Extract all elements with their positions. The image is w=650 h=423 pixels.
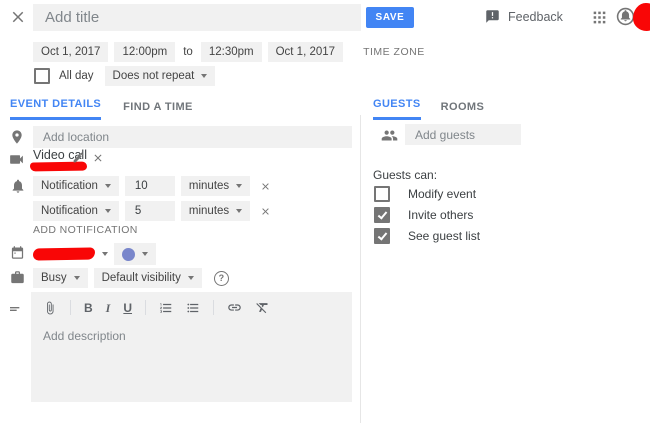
briefcase-icon xyxy=(10,270,25,285)
event-editor-window: SAVE Feedback Oct 1, 2017 12:00pm to 12:… xyxy=(0,0,650,423)
notification-type-select[interactable]: Notification xyxy=(33,176,119,196)
start-date-field[interactable]: Oct 1, 2017 xyxy=(33,42,108,62)
notification-row: Notification minutes xyxy=(33,176,271,196)
remove-notification-icon[interactable] xyxy=(260,206,271,217)
underline-icon[interactable]: U xyxy=(123,302,132,314)
modify-event-checkbox[interactable] xyxy=(374,186,390,202)
panel-divider xyxy=(360,115,361,423)
location-pin-icon xyxy=(9,129,25,145)
help-icon[interactable]: ? xyxy=(214,271,229,286)
modify-event-label: Modify event xyxy=(408,187,476,201)
tab-rooms[interactable]: ROOMS xyxy=(441,101,485,120)
end-time-field[interactable]: 12:30pm xyxy=(201,42,262,62)
notification-type-value: Notification xyxy=(41,180,98,192)
feedback-button[interactable]: Feedback xyxy=(485,9,563,24)
bulleted-list-icon[interactable] xyxy=(186,301,200,315)
busy-select[interactable]: Busy xyxy=(33,268,88,288)
invite-others-checkbox[interactable] xyxy=(374,207,390,223)
feedback-icon xyxy=(485,9,500,24)
notification-minutes-input[interactable] xyxy=(125,176,175,196)
notification-unit-select[interactable]: minutes xyxy=(181,176,250,196)
all-day-label: All day xyxy=(59,70,94,82)
notification-minutes-input[interactable] xyxy=(125,201,175,221)
to-label: to xyxy=(181,46,195,58)
notification-row: Notification minutes xyxy=(33,201,271,221)
datetime-row: Oct 1, 2017 12:00pm to 12:30pm Oct 1, 20… xyxy=(33,42,425,62)
permission-row: See guest list xyxy=(374,228,480,244)
guests-can-title: Guests can: xyxy=(373,168,437,182)
visibility-select[interactable]: Default visibility xyxy=(94,268,202,288)
calendar-name-redaction xyxy=(33,247,95,260)
add-guests-input[interactable] xyxy=(405,124,521,145)
repeat-select[interactable]: Does not repeat xyxy=(105,66,216,86)
chevron-down-icon xyxy=(74,276,80,280)
edit-pencil-icon[interactable] xyxy=(72,151,85,164)
calendar-select[interactable] xyxy=(33,248,108,260)
notification-unit-value: minutes xyxy=(189,205,229,217)
numbered-list-icon[interactable] xyxy=(159,301,173,315)
description-editor[interactable]: B I U Add description xyxy=(31,292,352,402)
left-tabs: EVENT DETAILS FIND A TIME xyxy=(10,98,193,120)
chevron-down-icon xyxy=(236,184,242,188)
remove-formatting-icon[interactable] xyxy=(255,300,270,315)
description-placeholder[interactable]: Add description xyxy=(31,315,352,343)
remove-notification-icon[interactable] xyxy=(260,181,271,192)
toolbar-divider xyxy=(213,300,214,315)
event-color-select[interactable] xyxy=(114,243,156,265)
location-input[interactable] xyxy=(33,126,352,148)
add-notification-button[interactable]: ADD NOTIFICATION xyxy=(33,224,138,236)
notification-unit-value: minutes xyxy=(189,180,229,192)
chevron-down-icon xyxy=(142,252,148,256)
chevron-down-icon xyxy=(236,209,242,213)
video-camera-icon xyxy=(8,151,25,168)
tab-guests[interactable]: GUESTS xyxy=(373,98,421,120)
remove-video-call-icon[interactable] xyxy=(92,152,104,164)
notification-type-value: Notification xyxy=(41,205,98,217)
start-time-field[interactable]: 12:00pm xyxy=(114,42,175,62)
formatting-toolbar: B I U xyxy=(31,292,352,315)
toolbar-divider xyxy=(145,300,146,315)
busy-value: Busy xyxy=(41,272,67,284)
description-lines-icon xyxy=(8,301,24,317)
all-day-checkbox[interactable] xyxy=(34,68,50,84)
calendar-icon xyxy=(10,245,25,260)
insert-link-icon[interactable] xyxy=(227,300,242,315)
allday-row: All day Does not repeat xyxy=(34,66,215,86)
notification-bell-icon xyxy=(10,178,26,194)
busy-visibility-row: Busy Default visibility ? xyxy=(33,268,229,288)
bold-icon[interactable]: B xyxy=(84,302,93,314)
toolbar-divider xyxy=(70,300,71,315)
end-date-field[interactable]: Oct 1, 2017 xyxy=(268,42,343,62)
right-tabs: GUESTS ROOMS xyxy=(373,98,484,120)
calendar-row xyxy=(33,243,156,265)
guests-people-icon xyxy=(381,127,398,144)
permission-row: Invite others xyxy=(374,207,473,223)
see-guest-list-label: See guest list xyxy=(408,229,480,243)
feedback-label: Feedback xyxy=(508,10,563,24)
italic-icon[interactable]: I xyxy=(106,302,111,314)
save-button[interactable]: SAVE xyxy=(366,7,414,28)
invite-others-label: Invite others xyxy=(408,208,473,222)
chevron-down-icon xyxy=(188,276,194,280)
color-swatch xyxy=(122,248,135,261)
close-icon[interactable] xyxy=(9,8,27,26)
tab-find-a-time[interactable]: FIND A TIME xyxy=(123,101,193,120)
apps-grid-icon[interactable] xyxy=(592,10,607,25)
time-zone-button[interactable]: TIME ZONE xyxy=(363,46,425,58)
chevron-down-icon xyxy=(105,209,111,213)
avatar[interactable] xyxy=(633,3,650,31)
tab-event-details[interactable]: EVENT DETAILS xyxy=(10,98,101,120)
chevron-down-icon xyxy=(105,184,111,188)
permission-row: Modify event xyxy=(374,186,476,202)
visibility-value: Default visibility xyxy=(102,272,181,284)
notification-unit-select[interactable]: minutes xyxy=(181,201,250,221)
chevron-down-icon xyxy=(102,252,108,256)
see-guest-list-checkbox[interactable] xyxy=(374,228,390,244)
notification-type-select[interactable]: Notification xyxy=(33,201,119,221)
chevron-down-icon xyxy=(201,74,207,78)
attachment-icon[interactable] xyxy=(43,301,57,315)
title-input[interactable] xyxy=(33,4,361,31)
repeat-value: Does not repeat xyxy=(113,70,195,82)
